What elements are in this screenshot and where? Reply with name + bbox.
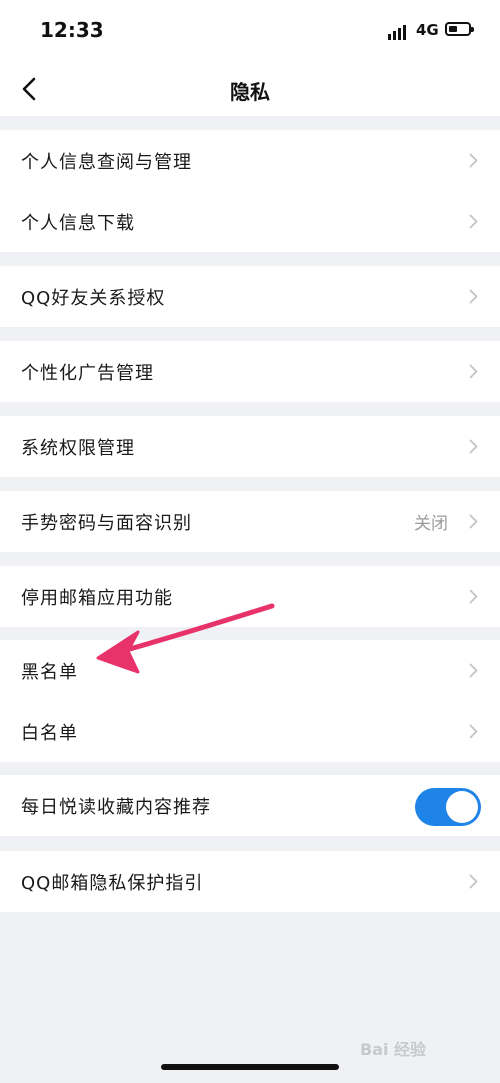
home-indicator[interactable]	[161, 1064, 339, 1070]
row-label: 黑名单	[21, 661, 78, 683]
row-privacy-guide[interactable]: QQ邮箱隐私保护指引	[0, 851, 500, 912]
settings-group-personal-info: 个人信息查阅与管理 个人信息下载	[0, 130, 500, 252]
signal-icon	[388, 25, 406, 40]
toggle-knob	[446, 791, 478, 823]
row-label: QQ好友关系授权	[21, 287, 166, 309]
row-label: 系统权限管理	[21, 437, 135, 459]
battery-icon	[445, 22, 474, 36]
row-label: 手势密码与面容识别	[21, 512, 192, 534]
row-label: QQ邮箱隐私保护指引	[21, 872, 204, 894]
settings-group-qq-friends: QQ好友关系授权	[0, 266, 500, 327]
row-label: 白名单	[21, 722, 78, 744]
row-personal-info-manage[interactable]: 个人信息查阅与管理	[0, 130, 500, 191]
row-blacklist[interactable]: 黑名单	[0, 640, 500, 701]
network-label: 4G	[416, 21, 439, 39]
settings-group-ads: 个性化广告管理	[0, 341, 500, 402]
chevron-right-icon	[469, 439, 478, 454]
settings-group-disable-mail: 停用邮箱应用功能	[0, 566, 500, 627]
chevron-right-icon	[469, 874, 478, 889]
row-label: 个性化广告管理	[21, 362, 154, 384]
chevron-right-icon	[469, 724, 478, 739]
row-label: 每日悦读收藏内容推荐	[21, 796, 211, 818]
status-bar: 12:33 4G	[0, 0, 500, 62]
row-daily-reading-recommend: 每日悦读收藏内容推荐	[0, 775, 500, 836]
chevron-right-icon	[469, 514, 478, 529]
watermark-text: Bai 经验	[360, 1040, 427, 1059]
row-disable-mail-app[interactable]: 停用邮箱应用功能	[0, 566, 500, 627]
row-qq-friend-auth[interactable]: QQ好友关系授权	[0, 266, 500, 327]
chevron-right-icon	[469, 214, 478, 229]
chevron-right-icon	[469, 153, 478, 168]
row-gesture-face-id[interactable]: 手势密码与面容识别 关闭	[0, 491, 500, 552]
row-label: 个人信息下载	[21, 212, 135, 234]
row-personal-info-download[interactable]: 个人信息下载	[0, 191, 500, 252]
nav-bar: 隐私	[0, 62, 500, 116]
settings-group-privacy-guide: QQ邮箱隐私保护指引	[0, 851, 500, 912]
row-label: 个人信息查阅与管理	[21, 151, 192, 173]
chevron-right-icon	[469, 663, 478, 678]
settings-group-daily-reading: 每日悦读收藏内容推荐	[0, 775, 500, 836]
settings-group-system-permissions: 系统权限管理	[0, 416, 500, 477]
row-personalized-ads[interactable]: 个性化广告管理	[0, 341, 500, 402]
page-title: 隐私	[230, 80, 270, 104]
settings-group-gesture-face: 手势密码与面容识别 关闭	[0, 491, 500, 552]
row-label: 停用邮箱应用功能	[21, 587, 173, 609]
chevron-right-icon	[469, 364, 478, 379]
status-time: 12:33	[40, 18, 104, 42]
row-system-permissions[interactable]: 系统权限管理	[0, 416, 500, 477]
settings-group-lists: 黑名单 白名单	[0, 640, 500, 762]
chevron-right-icon	[469, 589, 478, 604]
row-value: 关闭	[414, 514, 448, 534]
row-whitelist[interactable]: 白名单	[0, 701, 500, 762]
chevron-right-icon	[469, 289, 478, 304]
daily-reading-toggle[interactable]	[415, 788, 481, 826]
